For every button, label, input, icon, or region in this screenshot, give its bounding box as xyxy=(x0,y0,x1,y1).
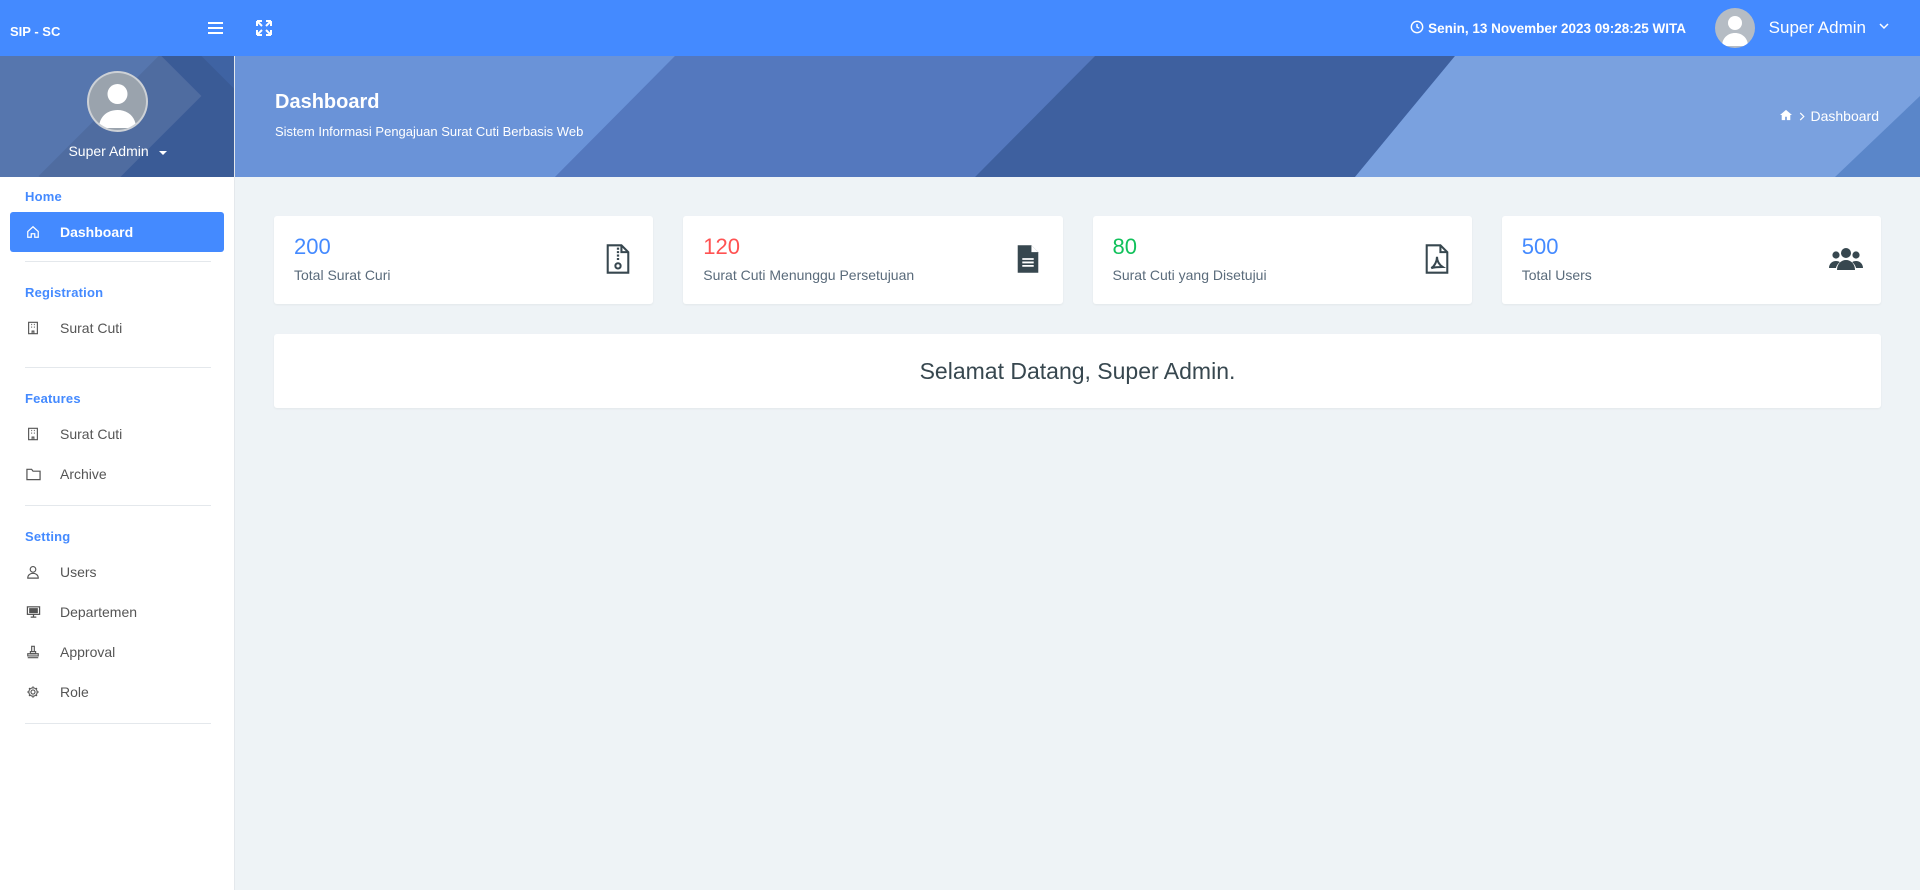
users-icon xyxy=(1829,243,1863,275)
breadcrumb-current: Dashboard xyxy=(1810,108,1880,124)
sidebar-item-label: Departemen xyxy=(60,604,138,620)
page-subtitle: Sistem Informasi Pengajuan Surat Cuti Be… xyxy=(275,124,584,139)
top-navbar: SIP - SC Senin, 13 November 2023 09:28:2… xyxy=(0,0,1920,56)
welcome-message: Selamat Datang, Super Admin. xyxy=(274,334,1881,408)
gear-icon xyxy=(25,684,41,700)
stat-card-approved: 80 Surat Cuti yang Disetujui xyxy=(1092,216,1472,304)
sidebar-profile-header: Super Admin xyxy=(0,56,234,177)
sidebar-item-label: Archive xyxy=(60,466,107,482)
sidebar-section-home: Home xyxy=(25,189,62,204)
page-title: Dashboard xyxy=(275,91,380,113)
caret-down-icon[interactable] xyxy=(158,143,167,159)
home-icon xyxy=(25,224,41,240)
stamp-icon xyxy=(25,644,41,660)
topbar-username[interactable]: Super Admin xyxy=(1769,18,1866,38)
stat-value: 500 xyxy=(1521,234,1559,259)
datetime-display: Senin, 13 November 2023 09:28:25 WITA xyxy=(1410,20,1686,37)
brand-logo-text[interactable]: SIP - SC xyxy=(10,24,60,39)
building-icon xyxy=(25,320,41,336)
sidebar-item-registration-surat-cuti[interactable]: Surat Cuti xyxy=(10,308,224,348)
sidebar-item-label: Role xyxy=(60,684,89,700)
folder-icon xyxy=(25,466,41,482)
sidebar-item-departemen[interactable]: Departemen xyxy=(10,592,224,632)
document-icon xyxy=(1013,243,1043,275)
stat-cards: 200 Total Surat Curi 120 Surat Cuti Menu… xyxy=(274,216,1881,304)
monitor-icon xyxy=(25,604,41,620)
sidebar-user-dropdown[interactable]: Super Admin xyxy=(0,143,234,159)
datetime-text: Senin, 13 November 2023 09:28:25 WITA xyxy=(1428,21,1686,36)
sidebar-item-label: Dashboard xyxy=(60,224,134,240)
sidebar-item-features-surat-cuti[interactable]: Surat Cuti xyxy=(10,414,224,454)
sidebar-item-role[interactable]: Role xyxy=(10,672,224,712)
stat-value: 200 xyxy=(294,234,331,259)
stat-card-users: 500 Total Users xyxy=(1501,216,1881,304)
stat-card-pending: 120 Surat Cuti Menunggu Persetujuan xyxy=(683,216,1063,304)
stat-card-total-surat: 200 Total Surat Curi xyxy=(274,216,654,304)
sidebar-item-label: Users xyxy=(60,564,97,580)
sidebar-username[interactable]: Super Admin xyxy=(68,143,148,159)
zip-file-icon xyxy=(603,243,633,275)
breadcrumb-separator-icon xyxy=(1799,108,1805,124)
stat-label: Surat Cuti Menunggu Persetujuan xyxy=(703,267,915,283)
sidebar-avatar xyxy=(87,71,148,132)
chevron-down-icon[interactable] xyxy=(1878,19,1890,37)
breadcrumb: Dashboard xyxy=(1779,108,1880,124)
user-icon xyxy=(25,564,41,580)
sidebar-item-label: Approval xyxy=(60,644,116,660)
stat-value: 80 xyxy=(1112,234,1137,259)
stat-label: Total Surat Curi xyxy=(294,267,391,283)
sidebar-item-archive[interactable]: Archive xyxy=(10,454,224,494)
user-menu-dropdown[interactable]: Super Admin xyxy=(1714,8,1890,48)
home-icon[interactable] xyxy=(1779,108,1793,124)
sidebar-item-label: Surat Cuti xyxy=(60,320,123,336)
sidebar-section-features: Features xyxy=(25,391,81,406)
stat-value: 120 xyxy=(703,234,740,259)
stat-label: Total Users xyxy=(1521,267,1592,283)
sidebar-item-label: Surat Cuti xyxy=(60,426,123,442)
avatar[interactable] xyxy=(1714,8,1755,48)
sidebar-item-users[interactable]: Users xyxy=(10,552,224,592)
stat-label: Surat Cuti yang Disetujui xyxy=(1112,267,1267,283)
sidebar-divider xyxy=(25,723,211,724)
fullscreen-icon[interactable] xyxy=(252,16,276,40)
sidebar-item-dashboard[interactable]: Dashboard xyxy=(10,212,224,252)
building-icon xyxy=(25,426,41,442)
clock-icon xyxy=(1410,20,1424,37)
sidebar-item-approval[interactable]: Approval xyxy=(10,632,224,672)
sidebar-section-registration: Registration xyxy=(25,285,104,300)
menu-icon[interactable] xyxy=(204,16,228,40)
pdf-file-icon xyxy=(1422,243,1452,275)
sidebar: Super Admin Home Dashboard Registration … xyxy=(0,56,235,890)
page-header-banner: Dashboard Sistem Informasi Pengajuan Sur… xyxy=(235,56,1920,177)
sidebar-section-setting: Setting xyxy=(25,529,71,544)
